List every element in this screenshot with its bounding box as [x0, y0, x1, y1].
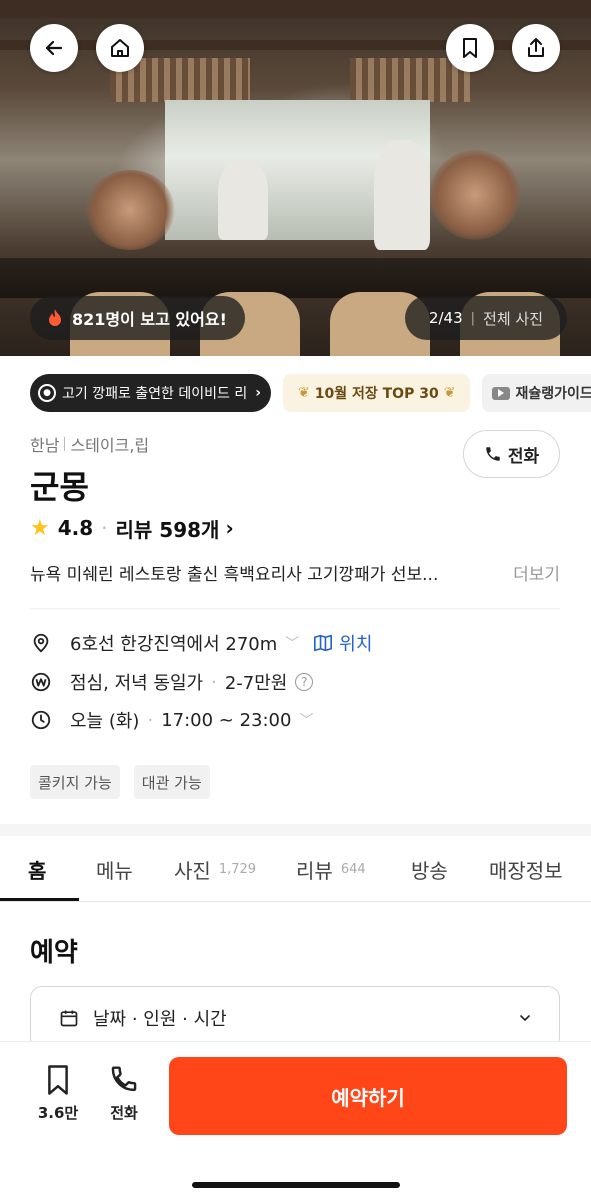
reserve-button[interactable]: 예약하기: [169, 1057, 567, 1135]
review-count: 리뷰 598개: [115, 517, 220, 542]
dot-separator: ·: [101, 516, 108, 540]
location-pin-icon: [33, 633, 49, 653]
calendar-icon: [60, 1010, 78, 1027]
home-button[interactable]: [96, 24, 144, 72]
tab-store-info[interactable]: 매장정보: [489, 836, 563, 902]
save-button[interactable]: 3.6만: [30, 1064, 86, 1123]
section-divider: [0, 824, 591, 836]
guide-badge[interactable]: 재슐랭가이드: [482, 374, 591, 412]
share-button[interactable]: [512, 24, 560, 72]
hours-row[interactable]: 오늘 (화) · 17:00 ~ 23:00 ﹀: [30, 705, 313, 735]
tab-label: 리뷰: [296, 858, 333, 883]
call-label: 전화: [507, 446, 540, 467]
tab-menu[interactable]: 메뉴: [96, 836, 133, 902]
fire-icon: [49, 309, 61, 326]
dot-separator: ·: [211, 671, 217, 693]
all-photos-label: 전체 사진: [483, 309, 543, 328]
chevron-right-icon: ›: [225, 516, 234, 540]
star-icon: ★: [30, 515, 50, 541]
hours-time: 17:00 ~ 23:00: [161, 709, 292, 731]
location-row[interactable]: 6호선 한강진역에서 270m ﹀ 위치: [30, 628, 372, 658]
tab-home[interactable]: 홈: [28, 836, 46, 902]
tab-label: 홈: [28, 858, 47, 883]
home-icon: [111, 39, 129, 57]
rating-row[interactable]: ★ 4.8 · 리뷰 598개 ›: [30, 512, 234, 544]
tab-label: 사진: [174, 858, 211, 883]
map-icon: [314, 634, 333, 652]
restaurant-name: 군몽: [30, 468, 89, 506]
bookmark-button[interactable]: [446, 24, 494, 72]
divider: [30, 608, 560, 609]
tab-label: 메뉴: [96, 858, 133, 883]
price-row: 점심, 저녁 동일가 · 2-7만원 ?: [30, 667, 314, 697]
help-icon[interactable]: ?: [295, 673, 314, 691]
laurel-right-icon: ❦: [443, 385, 456, 401]
top-save-badge[interactable]: ❦ 10월 저장 TOP 30 ❦: [283, 374, 471, 412]
tab-count: 644: [340, 861, 366, 877]
bookmark-icon: [48, 1065, 68, 1095]
map-label: 위치: [339, 634, 373, 655]
price-range: 2-7만원: [224, 673, 288, 694]
category-label: 스테이크,립: [70, 436, 150, 455]
hours-day: 오늘 (화): [70, 711, 140, 732]
phone-icon: [486, 447, 500, 461]
tab-reviews[interactable]: 리뷰 644: [296, 836, 366, 902]
tv-feature-label: 고기 깡패로 출연한 데이비드 리: [62, 386, 248, 402]
divider: |: [470, 310, 476, 326]
dot-separator: ·: [147, 709, 154, 731]
clock-icon: [31, 710, 51, 730]
rating-value: 4.8: [57, 516, 94, 540]
viewers-badge: 821명이 보고 있어요!: [30, 296, 245, 340]
tag-list: 콜키지 가능 대관 가능: [30, 765, 210, 799]
location-text: 6호선 한강진역에서 270m: [70, 634, 278, 655]
description-text: 뉴욕 미쉐린 레스토랑 출신 흑백요리사 고기깡패가 선보...: [30, 565, 439, 585]
won-icon: [31, 672, 51, 692]
tab-label: 방송: [411, 858, 448, 883]
active-tab-indicator: [0, 898, 79, 901]
all-photos-button[interactable]: 2/43 | 전체 사진: [404, 296, 567, 340]
call-button[interactable]: 전화: [463, 430, 560, 478]
divider: [64, 437, 66, 451]
tab-bar: 홈 메뉴 사진 1,729 리뷰 644 방송 매장정보: [0, 836, 591, 902]
chevron-down-icon: ﹀: [299, 713, 314, 729]
price-meals: 점심, 저녁 동일가: [70, 673, 204, 694]
badge-row: ● 고기 깡패로 출연한 데이비드 리 › ❦ 10월 저장 TOP 30 ❦ …: [30, 374, 591, 412]
top-save-label: 10월 저장 TOP 30: [314, 386, 439, 402]
tag-rental: 대관 가능: [133, 765, 210, 799]
phone-icon: [111, 1066, 137, 1092]
chevron-down-icon: [520, 1015, 530, 1021]
reservation-selector-label: 날짜 · 인원 · 시간: [93, 1009, 227, 1030]
viewers-text: 821명이 보고 있어요!: [72, 310, 227, 329]
category-line: 한남 스테이크,립: [30, 432, 149, 456]
map-link[interactable]: 위치: [313, 630, 372, 656]
share-icon: [528, 38, 544, 57]
tv-icon: ●: [38, 384, 56, 402]
description[interactable]: 뉴욕 미쉐린 레스토랑 출신 흑백요리사 고기깡패가 선보... 더보기: [30, 560, 560, 585]
more-link[interactable]: 더보기: [513, 560, 560, 585]
tab-photos[interactable]: 사진 1,729: [174, 836, 256, 902]
tab-label: 매장정보: [489, 858, 563, 883]
bookmark-icon: [463, 38, 477, 58]
area-label: 한남: [30, 436, 60, 455]
save-count: 3.6만: [37, 1104, 79, 1122]
tag-corkage: 콜키지 가능: [30, 765, 120, 799]
back-icon: [45, 40, 63, 56]
bottom-call-button[interactable]: 전화: [96, 1064, 152, 1123]
bottom-call-label: 전화: [110, 1104, 138, 1122]
tab-count: 1,729: [218, 861, 257, 877]
laurel-left-icon: ❦: [298, 385, 310, 401]
bottom-action-bar: 3.6만 전화 예약하기: [0, 1041, 591, 1200]
back-button[interactable]: [30, 24, 78, 72]
chevron-down-icon: ﹀: [285, 636, 300, 652]
reservation-title: 예약: [30, 938, 78, 968]
tv-feature-badge[interactable]: ● 고기 깡패로 출연한 데이비드 리 ›: [30, 374, 272, 412]
photo-index: 2/43: [428, 309, 463, 327]
youtube-icon: [492, 386, 511, 400]
guide-label: 재슐랭가이드: [515, 386, 591, 402]
chevron-right-icon: ›: [255, 385, 262, 401]
tab-broadcast[interactable]: 방송: [411, 836, 448, 902]
home-indicator: [192, 1182, 400, 1188]
